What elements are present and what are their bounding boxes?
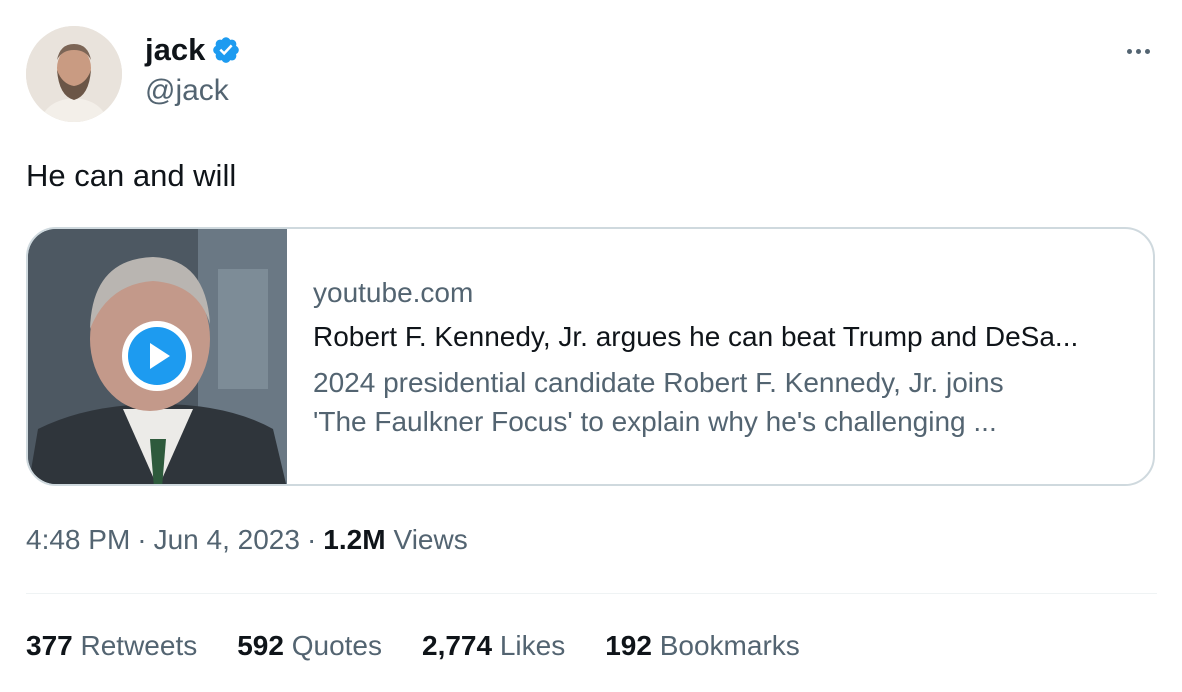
quotes-stat[interactable]: 592 Quotes	[237, 630, 382, 662]
dot-icon	[1144, 48, 1150, 54]
views-count: 1.2M	[323, 524, 386, 555]
avatar-image	[26, 26, 122, 122]
author-handle[interactable]: @jack	[145, 74, 229, 108]
quotes-count: 592	[237, 630, 284, 661]
retweets-label: Retweets	[80, 630, 198, 661]
play-button[interactable]	[122, 321, 192, 391]
bookmarks-stat[interactable]: 192 Bookmarks	[605, 630, 800, 662]
card-title: Robert F. Kennedy, Jr. argues he can bea…	[313, 321, 1079, 352]
bookmarks-label: Bookmarks	[659, 630, 800, 661]
meta-separator: ·	[306, 524, 317, 555]
retweets-count: 377	[26, 630, 73, 661]
more-options-icon[interactable]	[1118, 36, 1158, 66]
tweet-stats: 377 Retweets 592 Quotes 2,774 Likes 192 …	[26, 630, 800, 662]
views-label: Views	[393, 524, 468, 555]
dot-icon	[1135, 48, 1141, 54]
likes-label: Likes	[499, 630, 566, 661]
author-avatar[interactable]	[26, 26, 122, 122]
link-card[interactable]: youtube.com Robert F. Kennedy, Jr. argue…	[26, 227, 1155, 486]
card-description-line: 'The Faulkner Focus' to explain why he's…	[313, 406, 997, 437]
retweets-stat[interactable]: 377 Retweets	[26, 630, 197, 662]
card-domain: youtube.com	[313, 277, 474, 308]
meta-separator: ·	[137, 524, 147, 555]
play-icon	[128, 327, 186, 385]
verified-badge-icon	[213, 37, 240, 63]
tweet-meta: 4:48 PM · Jun 4, 2023 · 1.2M Views	[26, 524, 468, 556]
video-thumbnail[interactable]	[28, 229, 287, 484]
tweet-text: He can and will	[26, 158, 237, 193]
card-description-line: 2024 presidential candidate Robert F. Ke…	[313, 367, 1004, 398]
bookmarks-count: 192	[605, 630, 652, 661]
dot-icon	[1126, 48, 1132, 54]
tweet-date[interactable]: Jun 4, 2023	[154, 524, 300, 556]
quotes-label: Quotes	[291, 630, 382, 661]
likes-stat[interactable]: 2,774 Likes	[422, 630, 565, 662]
card-description: 2024 presidential candidate Robert F. Ke…	[313, 363, 1133, 441]
author-name[interactable]: jack	[145, 32, 205, 68]
tweet-time[interactable]: 4:48 PM	[26, 524, 130, 556]
likes-count: 2,774	[422, 630, 493, 661]
divider	[26, 593, 1157, 594]
